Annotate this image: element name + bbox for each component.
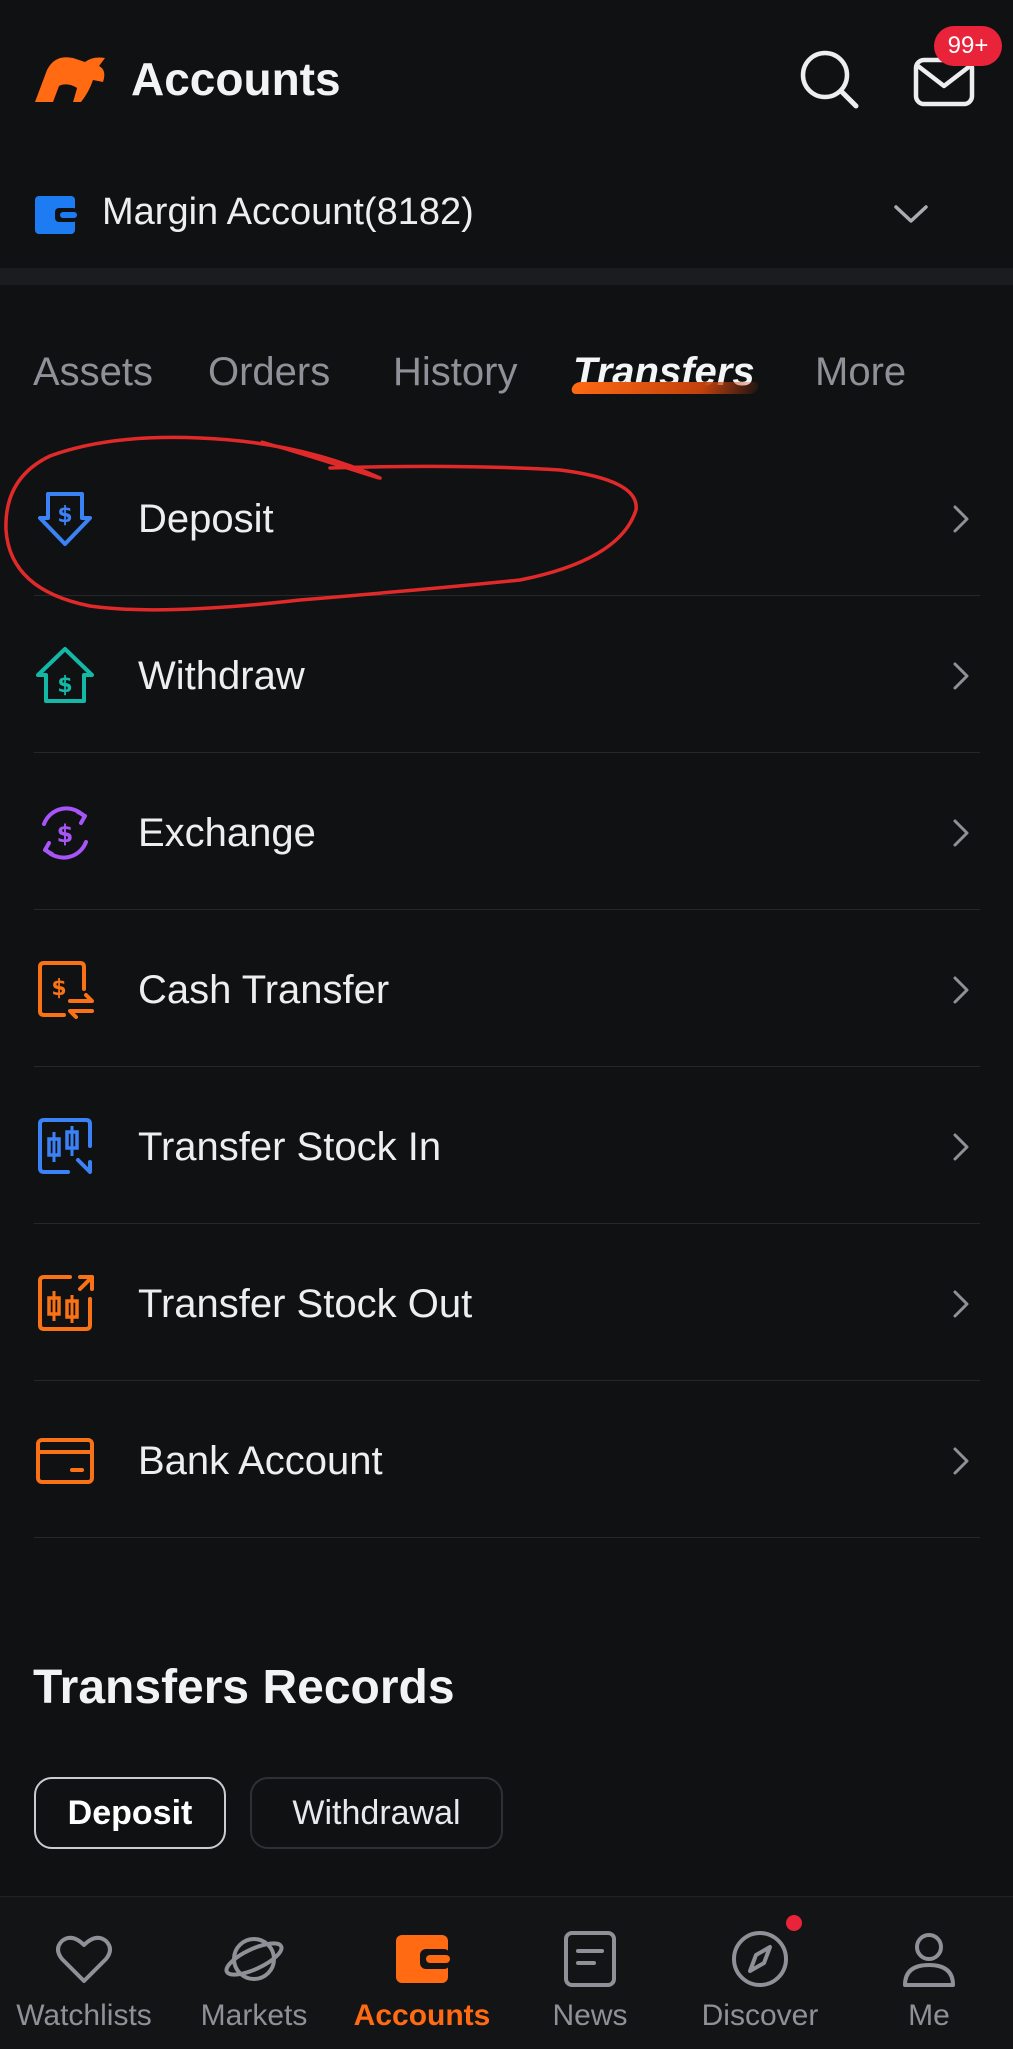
account-selector[interactable]: Margin Account(8182): [0, 165, 1013, 268]
nav-label: News: [552, 1999, 628, 2032]
cash-transfer-icon: $: [38, 961, 94, 1019]
chevron-down-icon[interactable]: [890, 199, 932, 229]
menu-item-label: Transfer Stock In: [138, 1125, 442, 1169]
nav-news[interactable]: News: [506, 1897, 674, 2049]
tab-more[interactable]: More: [815, 350, 906, 395]
section-divider: [0, 268, 1013, 285]
exchange-icon: $: [42, 806, 88, 860]
active-tab-indicator: [570, 382, 760, 394]
chevron-right-icon: [953, 976, 969, 1004]
stock-out-icon: [38, 1275, 94, 1331]
bottom-nav: Watchlists Markets Accounts News Discove…: [0, 1897, 1013, 2049]
menu-item-cash-transfer[interactable]: $ Cash Transfer: [0, 910, 1013, 1067]
menu-item-label: Withdraw: [138, 654, 305, 698]
nav-label: Accounts: [353, 1999, 491, 2032]
notification-dot: [786, 1915, 802, 1931]
wallet-icon: [396, 1935, 450, 1983]
page-title: Accounts: [131, 53, 341, 105]
account-tabs: Assets Orders History Transfers More: [0, 340, 1013, 420]
menu-item-transfer-stock-out[interactable]: Transfer Stock Out: [0, 1224, 1013, 1381]
chevron-right-icon: [953, 1447, 969, 1475]
chevron-right-icon: [953, 1290, 969, 1318]
stock-in-icon: [38, 1118, 92, 1174]
chevron-right-icon: [953, 819, 969, 847]
withdraw-icon: $: [36, 647, 94, 703]
wallet-icon: [35, 196, 77, 234]
page: Accounts 99+ Margin Account(8182) Assets…: [0, 0, 1013, 2049]
svg-text:$: $: [57, 503, 72, 528]
nav-discover[interactable]: Discover: [676, 1897, 844, 2049]
news-icon: [564, 1931, 616, 1987]
compass-icon: [732, 1931, 788, 1987]
search-icon[interactable]: [798, 48, 860, 110]
menu-item-label: Exchange: [138, 811, 316, 855]
svg-text:$: $: [51, 976, 66, 1001]
filter-chip-withdrawal[interactable]: Withdrawal: [250, 1777, 503, 1849]
deposit-icon: $: [38, 492, 92, 546]
tab-history[interactable]: History: [393, 350, 517, 395]
nav-label: Discover: [701, 1999, 819, 2032]
top-bar: Accounts 99+: [0, 0, 1013, 165]
menu-item-withdraw[interactable]: $ Withdraw: [0, 596, 1013, 753]
chevron-right-icon: [953, 505, 969, 533]
nav-me[interactable]: Me: [845, 1897, 1013, 2049]
planet-icon: [224, 1937, 284, 1981]
menu-item-transfer-stock-in[interactable]: Transfer Stock In: [0, 1067, 1013, 1224]
tab-orders[interactable]: Orders: [208, 350, 330, 395]
nav-watchlists[interactable]: Watchlists: [0, 1897, 168, 2049]
menu-item-label: Deposit: [138, 497, 274, 541]
nav-label: Watchlists: [16, 1999, 152, 2032]
records-title: Transfers Records: [33, 1661, 455, 1714]
row-divider: [34, 1537, 980, 1538]
menu-item-bank-account[interactable]: Bank Account: [0, 1381, 1013, 1538]
nav-label: Me: [908, 1999, 950, 2032]
bull-logo-icon: [35, 57, 105, 102]
svg-text:$: $: [57, 820, 74, 848]
menu-item-exchange[interactable]: $ Exchange: [0, 753, 1013, 910]
chevron-right-icon: [953, 1133, 969, 1161]
filter-chip-deposit[interactable]: Deposit: [34, 1777, 226, 1849]
bank-card-icon: [36, 1438, 94, 1484]
menu-item-label: Bank Account: [138, 1439, 383, 1483]
heart-icon: [56, 1935, 112, 1983]
account-name: Margin Account(8182): [102, 191, 474, 233]
tab-assets[interactable]: Assets: [33, 350, 153, 395]
chevron-right-icon: [953, 662, 969, 690]
nav-accounts[interactable]: Accounts: [338, 1897, 506, 2049]
nav-label: Markets: [200, 1999, 308, 2032]
person-icon: [903, 1933, 955, 1987]
menu-item-label: Transfer Stock Out: [138, 1282, 473, 1326]
menu-item-label: Cash Transfer: [138, 968, 390, 1012]
svg-text:$: $: [57, 673, 72, 698]
notification-badge: 99+: [934, 26, 1002, 66]
menu-item-deposit[interactable]: $ Deposit: [0, 439, 1013, 596]
nav-markets[interactable]: Markets: [170, 1897, 338, 2049]
